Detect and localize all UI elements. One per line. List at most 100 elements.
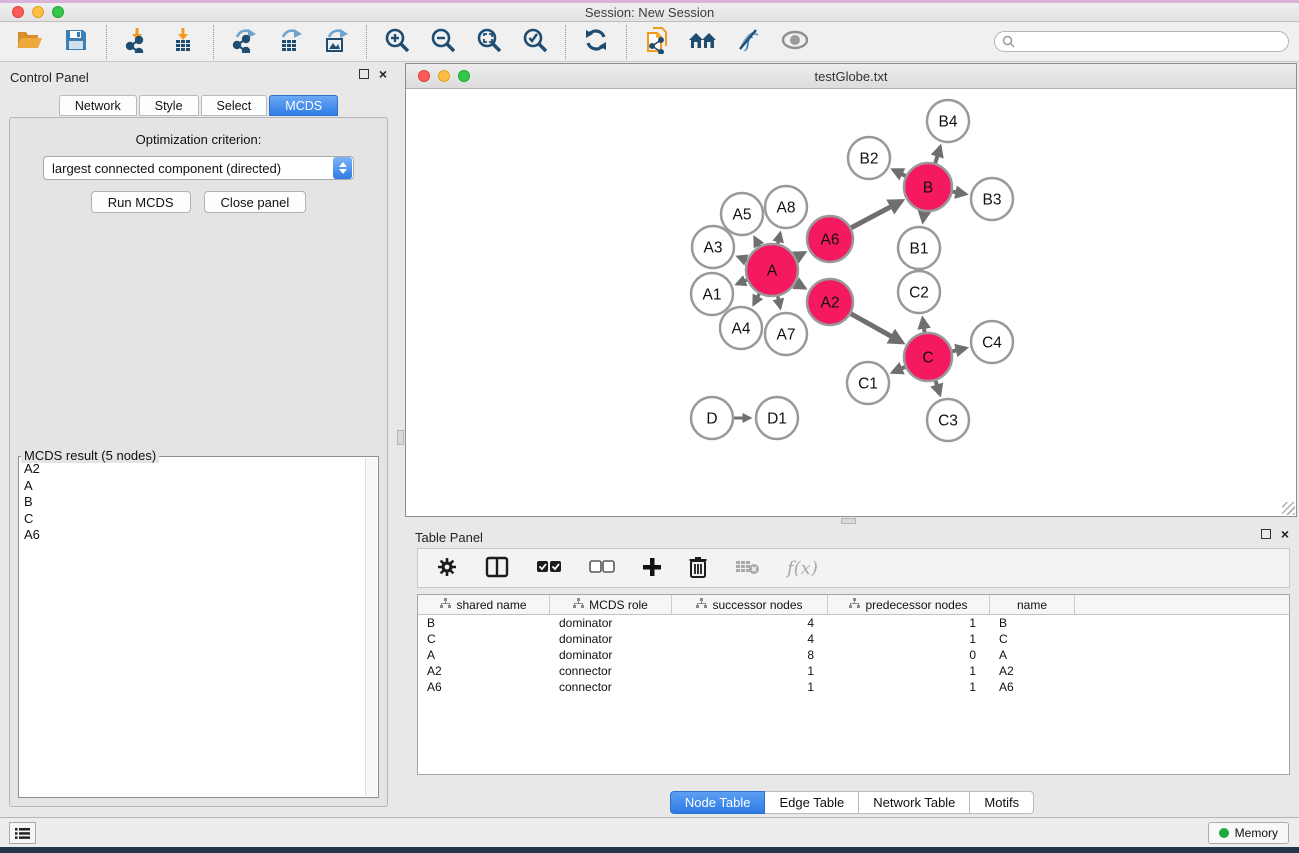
memory-button[interactable]: Memory (1208, 822, 1289, 844)
graph-node-A[interactable]: A (746, 244, 798, 296)
function-builder-button[interactable]: f(x) (787, 558, 818, 579)
tab-mcds[interactable]: MCDS (269, 95, 338, 116)
network-canvas[interactable]: AA1A2A3A4A5A6A7A8BB1B2B3B4CC1C2C3C4DD1 (406, 89, 1296, 516)
mcds-result-item[interactable]: A6 (21, 527, 364, 544)
graph-node-A3[interactable]: A3 (692, 226, 734, 268)
graph-edge-A-A7[interactable] (778, 296, 780, 307)
close-table-panel-icon[interactable]: × (1281, 529, 1289, 539)
mcds-result-item[interactable]: A2 (21, 461, 364, 478)
zoom-network-window-button[interactable] (458, 70, 470, 82)
table-row[interactable]: A2connector11A2 (418, 663, 1289, 679)
close-panel-button[interactable]: Close panel (204, 191, 307, 213)
graph-edge-A-A3[interactable] (738, 257, 747, 260)
column-header-name[interactable]: name (990, 595, 1075, 614)
graph-node-B[interactable]: B (904, 163, 952, 211)
close-panel-icon[interactable]: × (379, 69, 387, 79)
close-window-button[interactable] (12, 6, 24, 18)
graph-edge-A2-C[interactable] (851, 314, 902, 343)
export-network-button[interactable] (229, 27, 259, 57)
tab-node-table[interactable]: Node Table (670, 791, 766, 814)
tab-network[interactable]: Network (59, 95, 137, 116)
tab-network-table[interactable]: Network Table (859, 791, 970, 814)
graph-node-C4[interactable]: C4 (971, 321, 1013, 363)
search-input[interactable] (994, 31, 1289, 52)
graph-edge-B-B1[interactable] (923, 212, 924, 222)
graph-edge-A-A8[interactable] (778, 233, 780, 243)
vertical-splitter-grip[interactable] (397, 430, 404, 445)
zoom-in-button[interactable] (382, 27, 412, 57)
window-resize-grip[interactable] (1282, 502, 1295, 515)
graph-node-A4[interactable]: A4 (720, 307, 762, 349)
column-header-shared-name[interactable]: shared name (418, 595, 550, 614)
select-all-button[interactable] (536, 559, 562, 578)
float-panel-icon[interactable] (359, 69, 369, 79)
graph-node-A5[interactable]: A5 (721, 193, 763, 235)
graph-edge-C-C4[interactable] (952, 348, 965, 351)
refresh-view-button[interactable] (581, 27, 611, 57)
zoom-selected-button[interactable] (520, 27, 550, 57)
graph-node-C3[interactable]: C3 (927, 399, 969, 441)
add-row-button[interactable] (642, 557, 662, 580)
tab-motifs[interactable]: Motifs (970, 791, 1034, 814)
graph-edge-A-A6[interactable] (796, 253, 805, 258)
open-session-button[interactable] (15, 27, 45, 57)
float-table-panel-icon[interactable] (1261, 529, 1271, 539)
graph-node-C2[interactable]: C2 (898, 271, 940, 313)
graph-edge-B-B2[interactable] (893, 170, 905, 176)
mcds-result-scrollbar[interactable] (365, 458, 377, 796)
export-table-button[interactable] (275, 27, 305, 57)
tab-select[interactable]: Select (201, 95, 268, 116)
save-session-button[interactable] (61, 27, 91, 57)
table-row[interactable]: A6connector11A6 (418, 679, 1289, 695)
import-network-button[interactable] (122, 27, 152, 57)
graph-edge-A-A2[interactable] (796, 283, 805, 288)
minimize-network-window-button[interactable] (438, 70, 450, 82)
delete-row-button[interactable] (689, 556, 707, 581)
graph-node-A1[interactable]: A1 (691, 273, 733, 315)
run-mcds-button[interactable]: Run MCDS (91, 191, 191, 213)
home-layout-button[interactable] (688, 27, 718, 57)
graph-node-B1[interactable]: B1 (898, 227, 940, 269)
graph-edge-C-C3[interactable] (936, 381, 940, 394)
mcds-result-item[interactable]: C (21, 511, 364, 528)
graph-node-C[interactable]: C (904, 333, 952, 381)
zoom-out-button[interactable] (428, 27, 458, 57)
graph-edge-A6-B[interactable] (851, 201, 901, 228)
export-image-button[interactable] (321, 27, 351, 57)
graph-edge-A-A1[interactable] (737, 280, 747, 284)
table-row[interactable]: Adominator80A (418, 647, 1289, 663)
network-window-titlebar[interactable]: testGlobe.txt (406, 64, 1296, 89)
graph-node-A2[interactable]: A2 (807, 279, 853, 325)
graph-edge-B-B3[interactable] (953, 192, 966, 194)
column-header-predecessor-nodes[interactable]: predecessor nodes (828, 595, 990, 614)
deselect-all-button[interactable] (589, 559, 615, 578)
zoom-fit-button[interactable] (474, 27, 504, 57)
table-row[interactable]: Bdominator41B (418, 615, 1289, 631)
graph-node-A7[interactable]: A7 (765, 313, 807, 355)
column-header-MCDS-role[interactable]: MCDS role (550, 595, 672, 614)
graph-node-B4[interactable]: B4 (927, 100, 969, 142)
import-table-button[interactable] (168, 27, 198, 57)
graph-node-A6[interactable]: A6 (807, 216, 853, 262)
table-options-button[interactable] (436, 556, 458, 581)
mcds-result-item[interactable]: A (21, 478, 364, 495)
tab-edge-table[interactable]: Edge Table (765, 791, 859, 814)
mcds-result-item[interactable]: B (21, 494, 364, 511)
minimize-window-button[interactable] (32, 6, 44, 18)
graph-edge-C-C1[interactable] (893, 367, 905, 372)
graph-node-B2[interactable]: B2 (848, 137, 890, 179)
show-eye-button[interactable] (780, 27, 810, 57)
delete-table-button[interactable] (734, 558, 760, 579)
hide-function-button[interactable]: f (734, 27, 764, 57)
graph-node-A8[interactable]: A8 (765, 186, 807, 228)
graph-edge-A-A5[interactable] (755, 238, 760, 246)
graph-node-C1[interactable]: C1 (847, 362, 889, 404)
clone-network-button[interactable] (642, 27, 672, 57)
graph-node-D[interactable]: D (691, 397, 733, 439)
graph-edge-C-C2[interactable] (923, 319, 925, 332)
criterion-dropdown[interactable]: largest connected component (directed) (43, 156, 354, 180)
column-header-successor-nodes[interactable]: successor nodes (672, 595, 828, 614)
table-row[interactable]: Cdominator41C (418, 631, 1289, 647)
graph-edge-B-B4[interactable] (935, 147, 940, 163)
tab-style[interactable]: Style (139, 95, 199, 116)
